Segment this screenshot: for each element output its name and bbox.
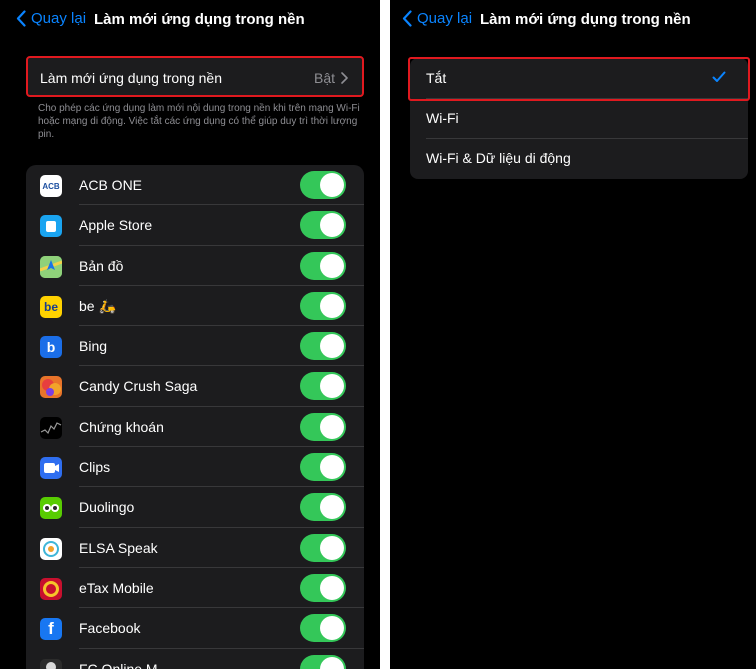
clips-icon — [40, 457, 62, 480]
toggle-knob — [320, 455, 344, 480]
toggle-knob — [320, 616, 344, 641]
app-name: Apple Store — [79, 217, 153, 234]
app-list: ACB ACB ONE Apple Store Bản đồ be be 🛵 b Bing Ca… — [26, 165, 364, 669]
toggle-knob — [320, 374, 344, 399]
fc-online-icon — [40, 658, 62, 669]
app-refresh-toggle[interactable] — [300, 412, 346, 441]
app-name: be 🛵 — [79, 297, 116, 314]
refresh-options-list: Tắt Wi-Fi Wi-Fi & Dữ liệu di động — [410, 58, 748, 179]
apple-store-icon — [40, 215, 62, 238]
app-row: eTax Mobile — [26, 568, 364, 609]
maps-icon — [40, 255, 62, 278]
chevron-left-icon — [402, 10, 412, 27]
app-name: FC Online M — [79, 660, 158, 669]
toggle-knob — [320, 575, 344, 600]
refresh-option[interactable]: Tắt — [410, 58, 748, 98]
setting-value-text: Bật — [313, 70, 335, 86]
app-refresh-toggle[interactable] — [300, 251, 346, 280]
app-refresh-toggle[interactable] — [300, 211, 346, 240]
app-row: ELSA Speak — [26, 528, 364, 568]
back-button[interactable]: Quay lại — [16, 10, 86, 27]
back-label: Quay lại — [31, 10, 87, 27]
app-row: Candy Crush Saga — [26, 366, 364, 407]
app-row: Duolingo — [26, 487, 364, 528]
app-name: Duolingo — [79, 499, 135, 516]
app-row: FC Online M — [26, 649, 364, 669]
elsa-speak-icon — [40, 537, 62, 560]
toggle-knob — [320, 334, 344, 359]
back-label: Quay lại — [417, 10, 473, 27]
page-title: Làm mới ứng dụng trong nền — [94, 11, 305, 28]
chevron-left-icon — [16, 10, 26, 27]
toggle-knob — [320, 656, 344, 669]
app-refresh-toggle[interactable] — [300, 372, 346, 401]
refresh-option[interactable]: Wi-Fi & Dữ liệu di động — [410, 138, 748, 178]
toggle-knob — [320, 495, 344, 520]
duolingo-icon — [40, 497, 62, 520]
app-refresh-toggle[interactable] — [300, 533, 346, 562]
app-row: Apple Store — [26, 205, 364, 246]
setting-label: Làm mới ứng dụng trong nền — [40, 70, 222, 86]
app-refresh-toggle[interactable] — [300, 493, 346, 522]
facebook-icon: f — [40, 618, 62, 641]
app-row: ACB ACB ONE — [26, 165, 364, 206]
stocks-icon — [40, 416, 62, 439]
app-row: b Bing — [26, 326, 364, 367]
app-refresh-toggle[interactable] — [300, 453, 346, 482]
app-name: ACB ONE — [79, 177, 143, 193]
settings-screen-right: Quay lại Làm mới ứng dụng trong nền Tắt W… — [390, 0, 756, 669]
page-title: Làm mới ứng dụng trong nền — [480, 11, 691, 28]
option-label: Tắt — [426, 70, 447, 86]
candy-crush-icon — [40, 376, 62, 399]
setting-footnote: Cho phép các ứng dụng làm mới nội dung t… — [38, 103, 360, 140]
app-name: Bing — [79, 338, 108, 355]
app-name: Bản đồ — [79, 257, 124, 274]
app-refresh-toggle[interactable] — [300, 573, 346, 602]
settings-screen-left: Quay lại Làm mới ứng dụng trong nền Làm … — [0, 0, 380, 669]
refresh-option[interactable]: Wi-Fi — [410, 98, 748, 138]
toggle-knob — [320, 535, 344, 560]
app-refresh-toggle[interactable] — [300, 654, 346, 669]
toggle-knob — [320, 293, 344, 318]
app-row: Clips — [26, 447, 364, 488]
setting-value: Bật — [314, 70, 348, 86]
be-icon: be — [40, 295, 62, 318]
background-refresh-setting[interactable]: Làm mới ứng dụng trong nền Bật — [26, 56, 364, 97]
etax-mobile-icon — [40, 577, 62, 600]
chevron-right-icon — [341, 72, 348, 84]
back-button[interactable]: Quay lại — [402, 10, 472, 27]
app-name: Clips — [79, 459, 111, 476]
option-label: Wi-Fi & Dữ liệu di động — [426, 150, 571, 166]
nav-bar: Quay lại Làm mới ứng dụng trong nền — [390, 0, 756, 40]
app-row: Chứng khoán — [26, 407, 364, 448]
app-name: Candy Crush Saga — [79, 378, 198, 395]
screenshot-composite: Quay lại Làm mới ứng dụng trong nền Làm … — [0, 0, 756, 669]
toggle-knob — [320, 414, 344, 439]
app-name: Facebook — [79, 620, 141, 637]
app-row: be be 🛵 — [26, 286, 364, 327]
checkmark-icon — [712, 71, 726, 82]
app-refresh-toggle[interactable] — [300, 291, 346, 320]
app-refresh-toggle[interactable] — [300, 332, 346, 361]
app-name: ELSA Speak — [79, 539, 158, 556]
toggle-knob — [320, 173, 344, 197]
app-row: f Facebook — [26, 608, 364, 649]
app-name: Chứng khoán — [79, 418, 164, 435]
app-refresh-toggle[interactable] — [300, 614, 346, 643]
bing-icon: b — [40, 336, 62, 359]
app-refresh-toggle[interactable] — [300, 171, 346, 199]
app-row: Bản đồ — [26, 246, 364, 286]
option-label: Wi-Fi — [426, 110, 459, 126]
app-name: eTax Mobile — [79, 579, 154, 596]
acb-one-icon: ACB — [40, 175, 62, 197]
nav-bar: Quay lại Làm mới ứng dụng trong nền — [0, 0, 380, 40]
toggle-knob — [320, 213, 344, 238]
toggle-knob — [320, 253, 344, 278]
